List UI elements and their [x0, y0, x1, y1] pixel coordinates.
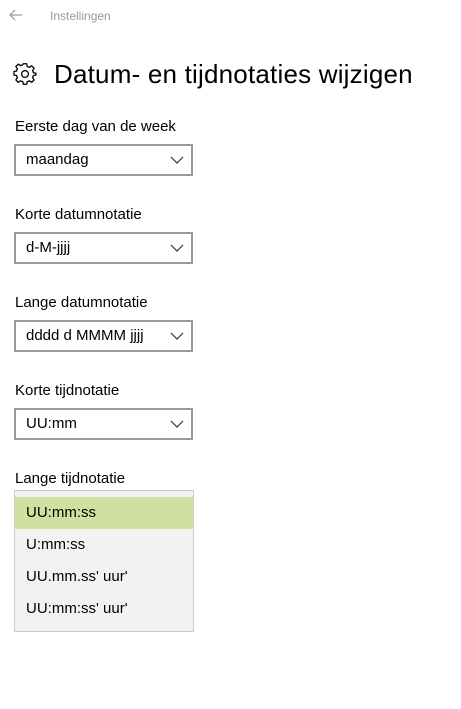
first-day-value: maandag	[26, 151, 89, 168]
long-time-option[interactable]: UU.mm.ss' uur'	[15, 561, 193, 593]
page-header: Datum- en tijdnotaties wijzigen	[12, 56, 413, 92]
long-time-option[interactable]: UU:mm:ss	[15, 497, 193, 529]
short-date-value: d-M-jjjj	[26, 239, 71, 256]
app-title: Instellingen	[50, 9, 111, 23]
back-button[interactable]	[4, 3, 28, 27]
chevron-down-icon	[170, 332, 184, 340]
first-day-label: Eerste dag van de week	[15, 118, 176, 135]
chevron-down-icon	[170, 420, 184, 428]
chevron-down-icon	[170, 156, 184, 164]
long-time-label: Lange tijdnotatie	[15, 470, 126, 487]
long-time-dropdown-list: UU:mm:ss U:mm:ss UU.mm.ss' uur' UU:mm:ss…	[14, 490, 194, 632]
gear-icon	[12, 61, 38, 87]
long-time-option[interactable]: UU:mm:ss' uur'	[15, 593, 193, 625]
long-time-option[interactable]: U:mm:ss	[15, 529, 193, 561]
long-date-value: dddd d MMMM jjjj	[26, 327, 144, 344]
long-date-dropdown[interactable]: dddd d MMMM jjjj	[14, 320, 193, 352]
first-day-dropdown[interactable]: maandag	[14, 144, 193, 176]
back-arrow-icon	[9, 9, 22, 21]
short-time-value: UU:mm	[26, 415, 77, 432]
chevron-down-icon	[170, 244, 184, 252]
short-time-dropdown[interactable]: UU:mm	[14, 408, 193, 440]
title-bar: Instellingen	[0, 0, 461, 32]
short-date-label: Korte datumnotatie	[15, 206, 142, 223]
page-title: Datum- en tijdnotaties wijzigen	[54, 58, 413, 89]
long-date-label: Lange datumnotatie	[15, 294, 148, 311]
short-date-dropdown[interactable]: d-M-jjjj	[14, 232, 193, 264]
settings-page: Instellingen Datum- en tijdnotaties wijz…	[0, 0, 461, 709]
short-time-label: Korte tijdnotatie	[15, 382, 120, 399]
